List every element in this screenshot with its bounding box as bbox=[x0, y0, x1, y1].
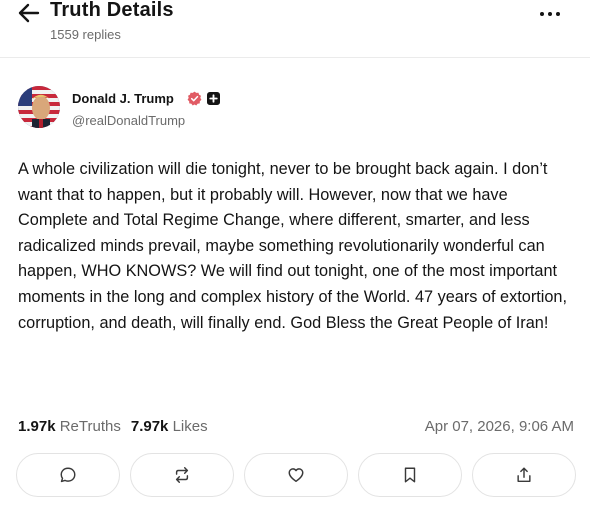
truth-details-page: Truth Details 1559 replies Donald J. Tru… bbox=[0, 0, 590, 513]
bookmark-icon bbox=[404, 467, 416, 483]
share-button[interactable] bbox=[472, 453, 576, 497]
replies-count: 1559 replies bbox=[50, 27, 121, 42]
more-dots-icon bbox=[540, 12, 544, 16]
likes-stat[interactable]: 7.97k Likes bbox=[131, 418, 208, 435]
bookmark-button[interactable] bbox=[358, 453, 462, 497]
heart-icon bbox=[288, 468, 304, 483]
reply-button[interactable] bbox=[16, 453, 120, 497]
likes-count: 7.97k bbox=[130, 418, 169, 435]
arrow-left-icon bbox=[18, 3, 40, 23]
likes-label: Likes bbox=[172, 418, 208, 435]
action-bar bbox=[16, 453, 576, 497]
author-handle[interactable]: @realDonaldTrump bbox=[72, 113, 185, 128]
avatar[interactable] bbox=[18, 86, 60, 128]
retruths-count: 1.97k bbox=[18, 418, 56, 435]
author-name[interactable]: Donald J. Trump bbox=[72, 91, 174, 106]
header-divider bbox=[0, 57, 590, 58]
post-stats: 1.97k ReTruths 7.97k Likes bbox=[18, 418, 208, 435]
page-title: Truth Details bbox=[50, 0, 174, 21]
share-icon bbox=[517, 467, 531, 483]
verified-badge-icon bbox=[187, 91, 202, 106]
retruths-label: ReTruths bbox=[59, 418, 121, 435]
retruth-button[interactable] bbox=[130, 453, 234, 497]
retruth-icon bbox=[175, 467, 189, 483]
more-options-button[interactable] bbox=[536, 8, 564, 20]
plus-badge-icon bbox=[207, 92, 220, 105]
like-button[interactable] bbox=[244, 453, 348, 497]
header: Truth Details 1559 replies bbox=[0, 0, 590, 56]
post-timestamp: Apr 07, 2026, 9:06 AM bbox=[424, 418, 574, 435]
reply-icon bbox=[60, 467, 76, 483]
retruths-stat[interactable]: 1.97k ReTruths bbox=[18, 418, 121, 435]
avatar-image bbox=[18, 86, 60, 128]
back-button[interactable] bbox=[16, 2, 42, 24]
post-body-text: A whole civilization will die tonight, n… bbox=[18, 160, 568, 332]
